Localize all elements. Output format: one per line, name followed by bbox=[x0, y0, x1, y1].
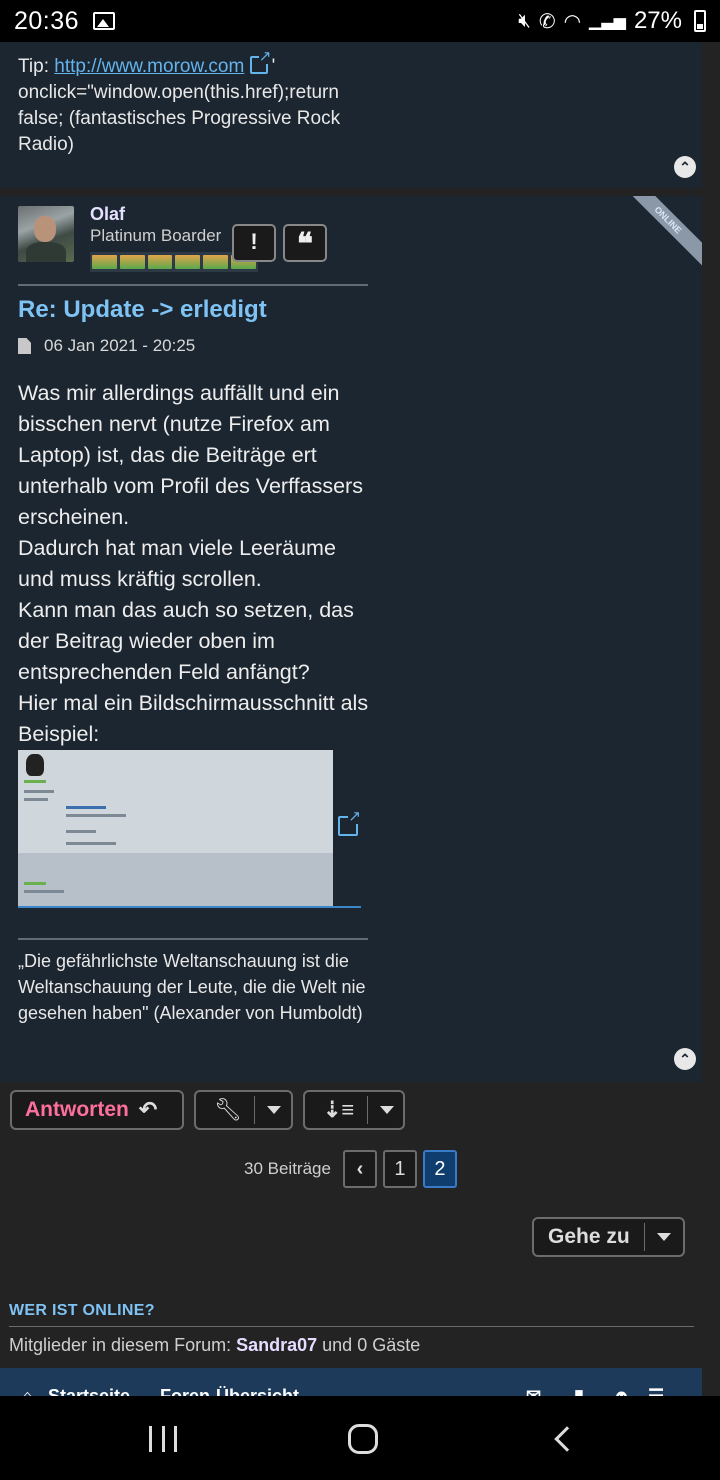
signature-separator bbox=[18, 938, 368, 940]
sort-button[interactable]: ⇣≡ bbox=[303, 1090, 405, 1130]
quote-button[interactable]: ❝ bbox=[283, 224, 327, 262]
chevron-down-icon bbox=[656, 1233, 671, 1241]
home-button-icon[interactable] bbox=[348, 1424, 378, 1454]
report-button[interactable]: ! bbox=[232, 224, 276, 262]
avatar[interactable] bbox=[18, 206, 74, 262]
online-badge: ONLINE bbox=[632, 196, 702, 266]
author-name[interactable]: Olaf bbox=[90, 204, 125, 225]
mail-icon[interactable]: ✉ bbox=[526, 1386, 541, 1396]
external-link-icon[interactable] bbox=[250, 49, 272, 74]
footer-nav: ⌂ Startseite Foren-Übersicht ✉ ▮ ☻ ☰ bbox=[0, 1368, 702, 1396]
mute-icon: 🔇︎ bbox=[518, 9, 531, 32]
goto-button[interactable]: Gehe zu bbox=[532, 1217, 685, 1257]
online-member-link[interactable]: Sandra07 bbox=[236, 1335, 317, 1355]
battery-percent: 27% bbox=[633, 7, 682, 34]
previous-post: Tip: http://www.morow.com" onclick="wind… bbox=[0, 42, 702, 188]
wrench-icon: 🔧︎ bbox=[214, 1097, 242, 1122]
online-suffix: und 0 Gäste bbox=[322, 1335, 421, 1355]
home-icon[interactable]: ⌂ bbox=[22, 1386, 33, 1396]
post-title[interactable]: Re: Update -> erledigt bbox=[18, 296, 267, 324]
post-count: 30 Beiträge bbox=[244, 1159, 331, 1178]
online-separator bbox=[9, 1326, 694, 1327]
footer-forum-link[interactable]: Foren-Übersicht bbox=[160, 1386, 299, 1396]
tip-label: Tip: bbox=[18, 56, 49, 77]
body-paragraph: Hier mal ein Bildschirmausschnitt als Be… bbox=[18, 691, 369, 746]
body-paragraph: Kann man das auch so setzen, das der Bei… bbox=[18, 598, 354, 684]
online-badge-text: ONLINE bbox=[632, 196, 702, 266]
recent-apps-icon[interactable] bbox=[149, 1426, 177, 1452]
who-online-heading: WER IST ONLINE? bbox=[9, 1302, 155, 1319]
post-body: Was mir allerdings auffällt und ein biss… bbox=[18, 378, 370, 750]
signature: „Die gefährlichste Weltanschauung ist di… bbox=[18, 951, 366, 1023]
page-2-button[interactable]: 2 bbox=[422, 1150, 457, 1188]
footer-home-link[interactable]: Startseite bbox=[48, 1386, 130, 1396]
forum-post: Olaf Platinum Boarder ! ❝ ONLINE Re: Upd… bbox=[0, 196, 702, 1082]
external-link-icon[interactable] bbox=[338, 809, 361, 836]
body-paragraph: Dadurch hat man viele Leeräume und muss … bbox=[18, 536, 336, 591]
reply-button[interactable]: Antworten ↶ bbox=[10, 1090, 184, 1130]
morow-link[interactable]: http://www.morow.com bbox=[54, 56, 244, 77]
status-bar: 20:36 🔇︎ ✆ ◠ ▁▃▅ 27% bbox=[0, 0, 720, 42]
chevron-down-icon bbox=[380, 1106, 394, 1114]
sort-icon: ⇣≡ bbox=[323, 1097, 355, 1122]
attached-screenshot[interactable] bbox=[18, 750, 361, 908]
prev-post-text: onclick="window.open(this.href);return f… bbox=[18, 82, 341, 155]
users-icon[interactable]: ☻ bbox=[612, 1386, 631, 1396]
battery-icon bbox=[694, 10, 706, 32]
status-time: 20:36 bbox=[14, 6, 80, 35]
wifi-call-icon: ✆ bbox=[538, 10, 556, 33]
body-paragraph: Was mir allerdings auffällt und ein biss… bbox=[18, 381, 363, 529]
who-online-text: Mitglieder in diesem Forum: Sandra07 und… bbox=[9, 1335, 420, 1356]
system-navigation-bar bbox=[0, 1396, 720, 1480]
document-icon bbox=[18, 338, 31, 354]
gallery-notification-icon bbox=[93, 12, 116, 30]
pagination: 30 Beiträge ‹ 1 2 bbox=[244, 1150, 457, 1188]
online-prefix: Mitglieder in diesem Forum: bbox=[9, 1335, 232, 1355]
open-attachment-icon[interactable] bbox=[338, 809, 361, 839]
bookmark-icon[interactable]: ▮ bbox=[574, 1386, 584, 1396]
menu-icon[interactable]: ☰ bbox=[648, 1386, 664, 1396]
post-date-text: 06 Jan 2021 - 20:25 bbox=[44, 336, 196, 355]
post-date: 06 Jan 2021 - 20:25 bbox=[18, 336, 195, 356]
signal-icon: ▁▃▅ bbox=[589, 13, 626, 30]
author-rank: Platinum Boarder bbox=[90, 226, 222, 245]
scroll-top-icon[interactable]: ⌃ bbox=[674, 1048, 696, 1070]
chevron-down-icon bbox=[267, 1106, 281, 1114]
back-icon[interactable] bbox=[554, 1426, 580, 1452]
status-icons: 🔇︎ ✆ ◠ ▁▃▅ 27% bbox=[518, 7, 706, 35]
previous-page-button[interactable]: ‹ bbox=[342, 1150, 377, 1188]
goto-label: Gehe zu bbox=[548, 1225, 630, 1248]
author-separator bbox=[18, 284, 368, 286]
tools-button[interactable]: 🔧︎ bbox=[194, 1090, 293, 1130]
reply-label: Antworten bbox=[25, 1098, 129, 1121]
page-1-button[interactable]: 1 bbox=[382, 1150, 417, 1188]
scroll-top-icon[interactable]: ⌃ bbox=[674, 156, 696, 178]
prev-post-tip: Tip: http://www.morow.com" bbox=[18, 49, 684, 80]
wifi-icon: ◠ bbox=[563, 10, 582, 33]
attachment-thumbnail[interactable] bbox=[18, 750, 333, 906]
reply-arrow-icon: ↶ bbox=[138, 1097, 158, 1122]
